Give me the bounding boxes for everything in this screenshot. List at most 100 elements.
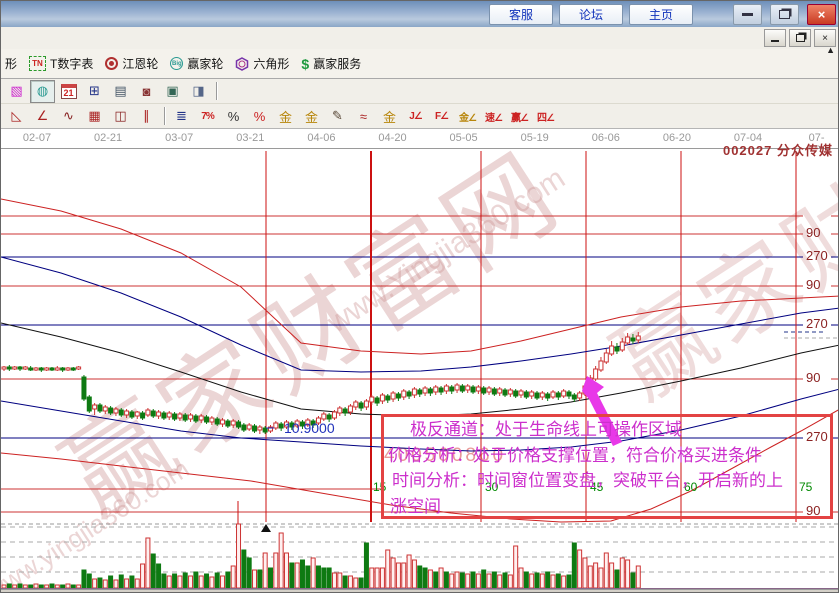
analysis-annotation-box: 极反通道：处于生命线上可操作区域价格分析：处于价格支撑位置，符合价格买进条件时间… [381, 414, 833, 519]
customer-service-button[interactable]: 客服 [489, 4, 553, 25]
main-chart-canvas[interactable]: 90270902709027090153045607510.9000 [1, 149, 839, 593]
calculator-icon[interactable]: ⊞ [82, 80, 107, 103]
dollar-icon: $ [301, 56, 309, 72]
date-tick-05-05: 05-05 [450, 132, 478, 144]
calendar-glyph: 21 [61, 84, 77, 99]
stock-name: 分众传媒 [777, 143, 833, 158]
stats-icon[interactable]: ≣ [169, 105, 194, 128]
menu-label: 形 [5, 55, 17, 72]
gold-ratio-icon[interactable]: 金 [299, 105, 324, 128]
toolbar-separator [216, 82, 217, 100]
date-tick-02-07: 02-07 [23, 132, 51, 144]
date-tick-03-21: 03-21 [236, 132, 264, 144]
overlay-icon[interactable]: ◍ [30, 80, 55, 103]
date-tick-04-20: 04-20 [378, 132, 406, 144]
title-bar: 客服 论坛 主页 × [1, 1, 839, 27]
fan-lines-icon[interactable]: ◺ [4, 105, 29, 128]
toolbar-drawing-tools: ◺∠∿▦◫∥≣7%%%金金✎≈金J∠F∠金∠速∠赢∠四∠ [1, 104, 839, 129]
percent-7-icon[interactable]: 7% [195, 105, 220, 128]
channel-curve-black-life [1, 323, 839, 416]
four-angle-icon[interactable]: 四∠ [533, 105, 558, 128]
gann-degree-label: 270 [806, 248, 828, 263]
menu-label: 赢家服务 [313, 55, 361, 72]
menu-bar: 形 TN T数字表 江恩轮 Big 赢家轮 六角形 $赢家服务 [1, 49, 839, 79]
minimize-button[interactable] [733, 4, 762, 25]
win-angle-icon[interactable]: 赢∠ [507, 105, 532, 128]
date-tick-02-21: 02-21 [94, 132, 122, 144]
hexagon-icon [235, 57, 249, 71]
pen-icon[interactable]: ✎ [325, 105, 350, 128]
menu-item-t-digital-table[interactable]: TN T数字表 [27, 53, 99, 74]
forum-button[interactable]: 论坛 [559, 4, 623, 25]
mdi-minimize-button[interactable] [764, 29, 786, 47]
notes-icon[interactable]: ▤ [108, 80, 133, 103]
gold-line-icon[interactable]: 金 [377, 105, 402, 128]
stock-code: 002027 [723, 143, 772, 158]
panel-expand-arrow[interactable]: ▲ [826, 45, 835, 55]
mdi-close-icon: × [822, 33, 828, 44]
minimize-icon [742, 13, 753, 16]
toolbar-main: ▧◍ 21 ⊞▤◙▣◨ [1, 79, 839, 104]
mdi-restore-icon [796, 34, 805, 42]
low-price-label: 10.9000 [284, 420, 335, 436]
volume-series [2, 524, 640, 588]
date-tick-04-06: 04-06 [307, 132, 335, 144]
menu-label: 江恩轮 [122, 55, 158, 72]
print-icon[interactable]: ◨ [186, 80, 211, 103]
annotation-line-2: 价格分析：处于价格支撑位置，符合价格买进条件 [388, 443, 830, 469]
annotation-line-4: 涨空间 [390, 494, 830, 520]
price-grid-icon[interactable]: ◫ [108, 105, 133, 128]
calendar-icon[interactable]: 21 [56, 80, 81, 103]
speed-angle-icon[interactable]: 速∠ [481, 105, 506, 128]
annotation-line-1: 极反通道：处于生命线上可操作区域 [410, 417, 830, 443]
gann-degree-label: 90 [806, 225, 820, 240]
menu-item-shape[interactable]: 形 [3, 53, 23, 74]
gann-degree-label: 270 [806, 316, 828, 331]
toolbar-separator [164, 107, 165, 125]
homepage-button[interactable]: 主页 [629, 4, 693, 25]
j-angle-icon[interactable]: J∠ [403, 105, 428, 128]
percent-icon[interactable]: % [221, 105, 246, 128]
gann-degree-label: 90 [806, 370, 820, 385]
percent-line-icon[interactable]: % [247, 105, 272, 128]
gold-angle-icon[interactable]: 金∠ [455, 105, 480, 128]
winner-wheel-icon: Big [170, 57, 183, 70]
mdi-controls-row: × [1, 27, 839, 49]
menu-item-winner-wheel[interactable]: Big 赢家轮 [168, 53, 229, 74]
mdi-restore-button[interactable] [789, 29, 811, 47]
tn-icon: TN [29, 56, 46, 71]
gann-angle-icon[interactable]: ∠ [30, 105, 55, 128]
wave-icon[interactable]: ≈ [351, 105, 376, 128]
gold-circle-icon[interactable]: 金 [273, 105, 298, 128]
date-tick-06-06: 06-06 [592, 132, 620, 144]
gann-wheel-icon [105, 57, 118, 70]
menu-item-hexagon[interactable]: 六角形 [233, 53, 295, 74]
restore-button[interactable] [770, 4, 799, 25]
f-angle-icon[interactable]: F∠ [429, 105, 454, 128]
gann-degree-label: 90 [806, 277, 820, 292]
stock-title: 002027 分众传媒 [723, 140, 833, 159]
channel-curve-red-upper [1, 199, 839, 354]
menu-label: T数字表 [50, 55, 93, 72]
zigzag-icon[interactable]: ∿ [56, 105, 81, 128]
menu-label: 六角形 [253, 55, 289, 72]
copy-icon[interactable]: ▣ [160, 80, 185, 103]
menu-item-winner-service[interactable]: $赢家服务 [299, 53, 367, 74]
close-icon: × [818, 7, 826, 22]
parallel-lines-icon[interactable]: ∥ [134, 105, 159, 128]
restore-icon [779, 10, 790, 19]
close-button[interactable]: × [807, 4, 836, 25]
date-axis: 02-07 02-21 03-07 03-21 04-06 04-20 05-05 05-19… [1, 129, 839, 149]
chart-area[interactable]: 赢家财富网 赢家财富网 www.Yingjia360.com www.yingj… [1, 149, 839, 593]
theme-icon[interactable]: ▧ [4, 80, 29, 103]
menu-item-gann-wheel[interactable]: 江恩轮 [103, 53, 164, 74]
gann-grid-icon[interactable]: ▦ [82, 105, 107, 128]
window-bottom-edge [1, 589, 839, 593]
mdi-minimize-icon [771, 40, 779, 42]
date-tick-03-07: 03-07 [165, 132, 193, 144]
save-icon[interactable]: ◙ [134, 80, 159, 103]
annotation-line-3: 时间分析：时间窗位置变盘，突破平台，开启新的上 [392, 468, 830, 494]
menu-label: 赢家轮 [187, 55, 223, 72]
date-tick-05-19: 05-19 [521, 132, 549, 144]
app-window: 客服 论坛 主页 × × 形 TN T数字表 江恩轮 Big 赢家轮 六角形 $赢家服务 ▧◍… [0, 0, 839, 593]
